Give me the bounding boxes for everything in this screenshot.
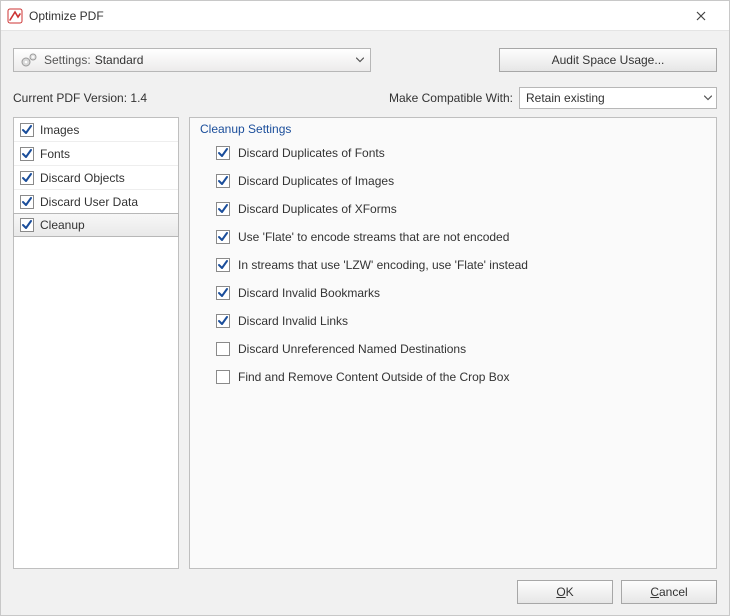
make-compatible-combo[interactable]: Retain existing — [519, 87, 717, 109]
option-row[interactable]: Find and Remove Content Outside of the C… — [216, 370, 708, 384]
top-row: Settings: Standard Audit Space Usage... — [13, 43, 717, 77]
current-pdf-version: Current PDF Version: 1.4 — [13, 91, 147, 105]
sidebar-item-discard-user-data[interactable]: Discard User Data — [14, 190, 178, 214]
checkbox-icon[interactable] — [216, 174, 230, 188]
chevron-down-icon — [704, 96, 712, 101]
checkbox-icon[interactable] — [216, 286, 230, 300]
sidebar-item-discard-objects[interactable]: Discard Objects — [14, 166, 178, 190]
option-label: Discard Duplicates of Fonts — [238, 146, 385, 160]
checkbox-icon[interactable] — [20, 147, 34, 161]
option-label: Find and Remove Content Outside of the C… — [238, 370, 509, 384]
checkbox-icon[interactable] — [216, 202, 230, 216]
compat-value: Retain existing — [526, 91, 605, 105]
audit-space-usage-button[interactable]: Audit Space Usage... — [499, 48, 717, 72]
cancel-label: Cancel — [650, 585, 687, 599]
option-label: Use 'Flate' to encode streams that are n… — [238, 230, 509, 244]
window-optimize-pdf: Optimize PDF Settings: Standard — [0, 0, 730, 616]
main-area: Images Fonts Discard Objects Discard User D… — [13, 117, 717, 569]
checkbox-icon[interactable] — [216, 342, 230, 356]
checkbox-icon[interactable] — [20, 171, 34, 185]
option-label: Discard Duplicates of Images — [238, 174, 394, 188]
sidebar-item-label: Cleanup — [40, 218, 85, 232]
option-row[interactable]: In streams that use 'LZW' encoding, use … — [216, 258, 708, 272]
gears-icon — [20, 52, 38, 68]
checkbox-icon[interactable] — [216, 370, 230, 384]
option-row[interactable]: Discard Invalid Links — [216, 314, 708, 328]
audit-label: Audit Space Usage... — [552, 53, 665, 67]
option-row[interactable]: Discard Duplicates of XForms — [216, 202, 708, 216]
checkbox-icon[interactable] — [216, 146, 230, 160]
option-row[interactable]: Discard Invalid Bookmarks — [216, 286, 708, 300]
option-label: Discard Invalid Bookmarks — [238, 286, 380, 300]
sidebar-item-label: Discard Objects — [40, 171, 125, 185]
dialog-body: Settings: Standard Audit Space Usage... … — [1, 31, 729, 569]
option-row[interactable]: Use 'Flate' to encode streams that are n… — [216, 230, 708, 244]
option-label: Discard Unreferenced Named Destinations — [238, 342, 466, 356]
panel-title: Cleanup Settings — [198, 122, 708, 136]
window-close-button[interactable] — [679, 2, 723, 30]
checkbox-icon[interactable] — [20, 123, 34, 137]
option-row[interactable]: Discard Duplicates of Fonts — [216, 146, 708, 160]
checkbox-icon[interactable] — [216, 258, 230, 272]
category-sidebar: Images Fonts Discard Objects Discard User D… — [13, 117, 179, 569]
settings-label: Settings: — [44, 53, 91, 67]
options-list: Discard Duplicates of Fonts Discard Dupli… — [198, 146, 708, 384]
checkbox-icon[interactable] — [216, 230, 230, 244]
make-compatible-label: Make Compatible With: — [389, 91, 513, 105]
option-label: Discard Invalid Links — [238, 314, 348, 328]
cancel-button[interactable]: Cancel — [621, 580, 717, 604]
settings-panel: Cleanup Settings Discard Duplicates of F… — [189, 117, 717, 569]
sidebar-item-label: Images — [40, 123, 79, 137]
window-title: Optimize PDF — [29, 9, 679, 23]
checkbox-icon[interactable] — [20, 195, 34, 209]
chevron-down-icon — [356, 58, 364, 63]
settings-value: Standard — [95, 53, 144, 67]
option-label: In streams that use 'LZW' encoding, use … — [238, 258, 528, 272]
sidebar-item-label: Discard User Data — [40, 195, 138, 209]
checkbox-icon[interactable] — [216, 314, 230, 328]
titlebar: Optimize PDF — [1, 1, 729, 31]
settings-combo[interactable]: Settings: Standard — [13, 48, 371, 72]
ok-label: OK — [556, 585, 573, 599]
option-row[interactable]: Discard Duplicates of Images — [216, 174, 708, 188]
sidebar-item-fonts[interactable]: Fonts — [14, 142, 178, 166]
app-icon — [7, 8, 23, 24]
checkbox-icon[interactable] — [20, 218, 34, 232]
info-row: Current PDF Version: 1.4 Make Compatible… — [13, 85, 717, 111]
sidebar-item-images[interactable]: Images — [14, 118, 178, 142]
dialog-footer: OK Cancel — [1, 569, 729, 615]
ok-button[interactable]: OK — [517, 580, 613, 604]
option-label: Discard Duplicates of XForms — [238, 202, 397, 216]
option-row[interactable]: Discard Unreferenced Named Destinations — [216, 342, 708, 356]
sidebar-item-label: Fonts — [40, 147, 70, 161]
sidebar-item-cleanup[interactable]: Cleanup — [13, 213, 179, 237]
